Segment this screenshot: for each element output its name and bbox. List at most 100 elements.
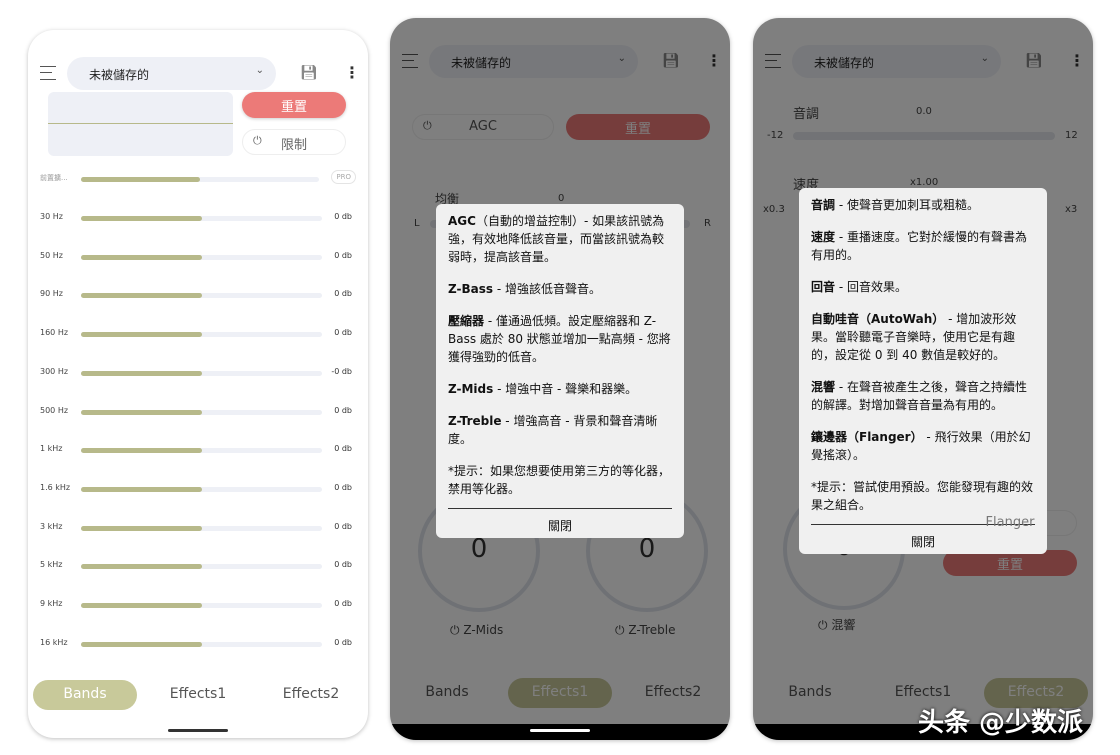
band-value: 0 db	[334, 289, 352, 299]
band-slider[interactable]	[81, 370, 322, 376]
band-fill	[81, 293, 202, 299]
preamp-fill	[81, 177, 200, 182]
help-item: 鑲邊器（Flanger） - 飛行效果（用於幻覺搖滾）。	[811, 428, 1035, 464]
close-button[interactable]: 關閉	[448, 509, 672, 535]
help-term: 混響	[811, 380, 836, 394]
bands-screen: 未被儲存的 ⌄ 💾︎ ⋮ 重置 ⏻ 限制 前置擴... PRO 30 Hz 0 db…	[28, 30, 368, 738]
band-slider[interactable]	[81, 641, 322, 647]
help-item: 自動哇音（AutoWah） - 增加波形效果。當聆聽電子音樂時，使用它是有趣的，…	[811, 310, 1035, 364]
tab-bands[interactable]: Bands	[33, 680, 137, 710]
band-slider[interactable]	[81, 409, 322, 415]
help-term: 壓縮器	[448, 314, 485, 328]
band-value: 0 db	[334, 405, 352, 415]
help-item: AGC（自動的增益控制）- 如果該訊號為強，有效地降低該音量，而當該訊號為較弱時…	[448, 212, 672, 266]
help-desc: - 在聲音被產生之後，聲音之持續性的解譯。對增加聲音音量為有用的。	[811, 380, 1027, 412]
band-slider[interactable]	[81, 448, 322, 454]
help-item: Z-Treble - 增強高音 - 背景和聲音清晰度。	[448, 412, 672, 448]
band-value: 0 db	[334, 599, 352, 608]
power-icon: ⏻	[253, 134, 262, 147]
band-label: 30 Hz	[40, 212, 63, 221]
band-slider[interactable]	[81, 254, 322, 260]
tip-text: *提示：嘗試使用預設。您能發現有趣的效果之組合。	[811, 480, 1034, 512]
band-value: 0 db	[334, 444, 352, 454]
band-value: 0 db	[334, 521, 352, 531]
preamp-slider[interactable]	[81, 177, 319, 182]
band-label: 160 Hz	[40, 328, 69, 338]
help-term: 音調	[811, 198, 836, 212]
more-vert-icon[interactable]: ⋮	[344, 63, 360, 82]
help-term: Z-Treble	[448, 414, 502, 428]
preamp-label: 前置擴...	[40, 174, 68, 182]
tip-text: *提示：如果您想要使用第三方的等化器，禁用等化器。	[448, 464, 671, 496]
band-fill	[81, 409, 202, 415]
band-row: 90 Hz 0 db	[28, 287, 368, 303]
band-row: 1.6 kHz 0 db	[28, 481, 368, 497]
band-slider[interactable]	[81, 603, 322, 608]
band-fill	[81, 564, 202, 570]
band-slider[interactable]	[81, 293, 322, 299]
floppy-disk-icon[interactable]: 💾︎	[300, 65, 318, 81]
help-desc: - 重播速度。它對於緩慢的有聲書為有用的。	[811, 230, 1027, 262]
home-indicator	[168, 729, 228, 732]
band-row: 160 Hz 0 db	[28, 326, 368, 342]
band-row: 30 Hz 0 db	[28, 210, 368, 226]
help-desc: - 回音效果。	[835, 280, 907, 294]
band-fill	[81, 603, 202, 608]
band-label: 1.6 kHz	[40, 482, 71, 492]
band-slider[interactable]	[81, 564, 322, 570]
help-item: Z-Mids - 增強中音 - 聲樂和器樂。	[448, 380, 672, 398]
help-item: 回音 - 回音效果。	[811, 278, 1035, 296]
band-row: 9 kHz 0 db	[28, 597, 368, 613]
band-row: 5 kHz 0 db	[28, 558, 368, 574]
band-slider[interactable]	[81, 486, 322, 492]
band-label: 300 Hz	[40, 366, 69, 376]
band-row: 1 kHz 0 db	[28, 442, 368, 458]
band-label: 16 kHz	[40, 637, 68, 647]
band-slider[interactable]	[81, 525, 322, 531]
effects1-screen: 未被儲存的⌄ 💾︎ ⋮ ⏻AGC 重置 均衡 0 L R 0 0 ⏻ Z-Mid…	[390, 18, 730, 740]
band-label: 90 Hz	[40, 289, 63, 299]
band-fill	[81, 254, 202, 260]
band-value: 0 db	[334, 212, 352, 221]
band-row: 16 kHz 0 db	[28, 636, 368, 652]
home-indicator	[530, 729, 590, 732]
help-item: Z-Bass - 增強該低音聲音。	[448, 280, 672, 298]
band-label: 1 kHz	[40, 444, 63, 454]
flanger-label: Flanger	[985, 515, 1035, 530]
eq-curve-preview	[48, 92, 233, 156]
limit-label: 限制	[280, 138, 307, 153]
help-dialog: AGC（自動的增益控制）- 如果該訊號為強，有效地降低該音量，而當該訊號為較弱時…	[436, 204, 684, 538]
band-row: 3 kHz 0 db	[28, 520, 368, 536]
preset-dropdown[interactable]: 未被儲存的 ⌄	[67, 57, 276, 90]
band-value: 0 db	[334, 328, 352, 338]
preset-label: 未被儲存的	[89, 68, 150, 82]
band-fill	[81, 641, 202, 647]
menu-icon[interactable]	[40, 66, 56, 80]
band-value: 0 db	[334, 250, 352, 260]
tab-effects2[interactable]: Effects2	[259, 680, 363, 710]
reset-button[interactable]: 重置	[242, 92, 346, 118]
pro-badge: PRO	[331, 170, 356, 184]
help-term: AGC	[448, 214, 476, 228]
tab-effects1[interactable]: Effects1	[146, 680, 250, 710]
help-term: Z-Bass	[448, 282, 493, 296]
help-term: 速度	[811, 230, 836, 244]
help-item: 壓縮器 - 僅通過低頻。設定壓縮器和 Z-Bass 處於 80 狀態並增加一點高…	[448, 312, 672, 366]
band-slider[interactable]	[81, 216, 322, 221]
preamp-row: 前置擴... PRO	[28, 170, 368, 187]
band-value: -0 db	[331, 366, 352, 376]
band-label: 3 kHz	[40, 521, 63, 531]
band-label: 9 kHz	[40, 599, 63, 608]
band-fill	[81, 332, 202, 338]
help-term: Z-Mids	[448, 382, 494, 396]
limit-toggle[interactable]: ⏻ 限制	[242, 129, 346, 155]
help-dialog: 音調 - 使聲音更加刺耳或粗糙。速度 - 重播速度。它對於緩慢的有聲書為有用的。…	[799, 188, 1047, 554]
chevron-down-icon: ⌄	[255, 65, 264, 76]
help-item: 音調 - 使聲音更加刺耳或粗糙。	[811, 196, 1035, 214]
band-slider[interactable]	[81, 332, 322, 338]
band-fill	[81, 370, 202, 376]
help-item: 混響 - 在聲音被產生之後，聲音之持續性的解譯。對增加聲音音量為有用的。	[811, 378, 1035, 414]
band-label: 5 kHz	[40, 560, 63, 570]
band-value: 0 db	[334, 560, 352, 570]
band-fill	[81, 486, 202, 492]
